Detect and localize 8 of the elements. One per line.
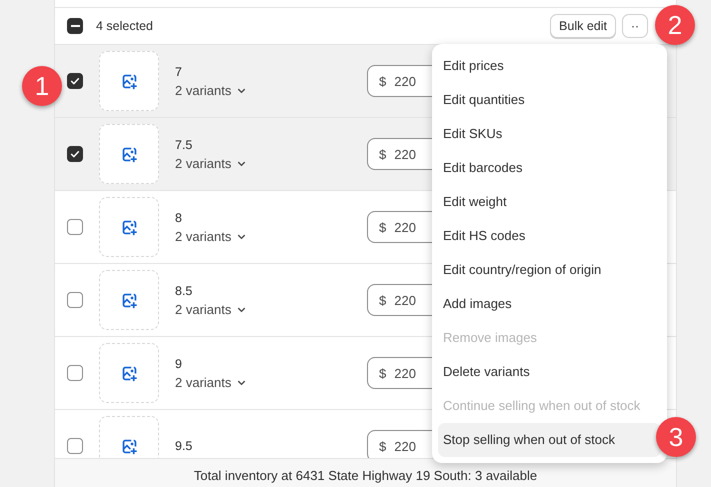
- variant-title: 8.5: [175, 284, 194, 298]
- variant-title: 7: [175, 64, 183, 78]
- variant-title: 9.5: [175, 439, 194, 453]
- inventory-total: Total inventory at 6431 State Highway 19 South: 3 available: [194, 468, 538, 482]
- variant-title: 7.5: [175, 138, 194, 152]
- variant-title: 8: [175, 210, 183, 224]
- selection-count: 4 selected: [96, 19, 153, 33]
- variant-title: 9: [175, 356, 183, 370]
